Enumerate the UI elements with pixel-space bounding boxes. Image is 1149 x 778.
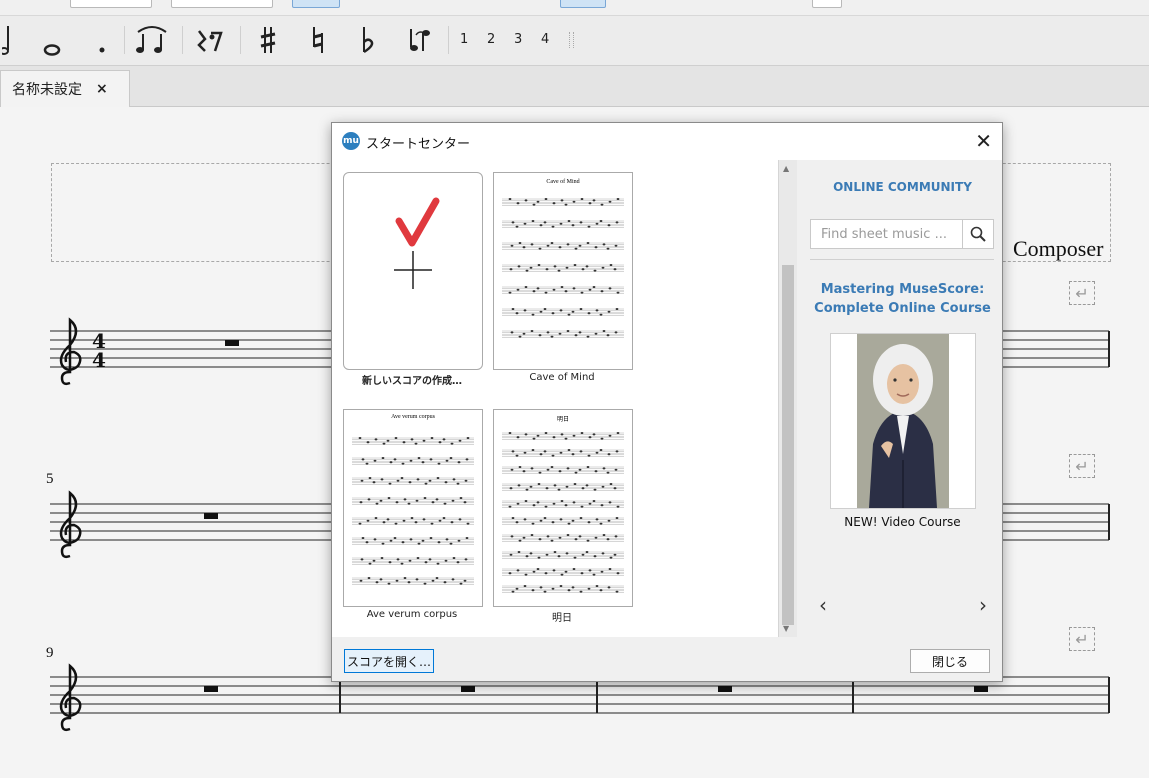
scroll-up-icon[interactable]: ▲: [783, 164, 789, 173]
search-input[interactable]: [819, 225, 963, 243]
score-thumbnail: [502, 432, 624, 593]
course-title-line-1: Mastering MuseScore:: [820, 282, 985, 297]
new-score-card[interactable]: [343, 172, 483, 370]
dialog-title-bar[interactable]: mu スタートセンター ✕: [332, 123, 1002, 160]
dialog-title: スタートセンター: [366, 137, 471, 152]
search-icon: [970, 226, 986, 242]
measure-number: 5: [46, 471, 54, 487]
close-dialog-button[interactable]: 閉じる: [910, 649, 990, 673]
recent-score-caption[interactable]: Cave of Mind: [487, 372, 637, 383]
online-community-panel: ONLINE COMMUNITY Mastering MuseScore: Co…: [803, 160, 1002, 637]
search-button[interactable]: [962, 220, 993, 248]
close-icon[interactable]: ✕: [975, 129, 992, 153]
recent-score-card[interactable]: 明日: [493, 409, 633, 607]
scores-scrollbar[interactable]: ▲ ▼: [778, 160, 797, 637]
course-title-link[interactable]: Mastering MuseScore: Complete Online Cou…: [803, 280, 1002, 318]
scrollbar-thumb[interactable]: [782, 265, 794, 625]
composer-portrait-image: [857, 334, 949, 508]
time-signature-bottom: 4: [92, 348, 106, 372]
recent-score-card[interactable]: Cave of Mind: [493, 172, 633, 370]
new-score-icon: [394, 197, 440, 289]
line-break-icon[interactable]: ↵: [1069, 281, 1095, 305]
start-center-dialog: mu スタートセンター ✕ 新しいスコアの作成… Cave of Mind Ca…: [331, 122, 1003, 682]
musescore-logo-icon: mu: [342, 132, 360, 150]
course-title-line-2: Complete Online Course: [814, 301, 991, 316]
sheet-music-search: [810, 219, 994, 249]
chevron-right-icon[interactable]: ›: [979, 593, 987, 617]
open-score-button[interactable]: スコアを開く…: [344, 649, 434, 673]
community-title: ONLINE COMMUNITY: [833, 180, 972, 194]
recent-score-caption[interactable]: Ave verum corpus: [337, 609, 487, 620]
score-thumbnail: [352, 437, 474, 585]
recent-score-card[interactable]: Ave verum corpus: [343, 409, 483, 607]
divider: [810, 259, 994, 260]
chevron-left-icon[interactable]: ‹: [819, 593, 827, 617]
course-image[interactable]: [830, 333, 976, 509]
score-thumbnail: [502, 198, 624, 338]
scroll-down-icon[interactable]: ▼: [783, 624, 789, 633]
new-score-caption[interactable]: 新しいスコアの作成…: [337, 372, 487, 387]
recent-score-caption[interactable]: 明日: [487, 609, 637, 624]
course-caption: NEW! Video Course: [844, 515, 961, 529]
measure-number: 9: [46, 645, 54, 661]
line-break-icon[interactable]: ↵: [1069, 454, 1095, 478]
recent-scores-list: 新しいスコアの作成… Cave of Mind Cave of Mind Ave…: [332, 160, 778, 637]
staff-3: [50, 676, 1110, 714]
line-break-icon[interactable]: ↵: [1069, 627, 1095, 651]
treble-clef-icons: [59, 317, 82, 732]
score-thumb-title: 明日: [556, 416, 569, 423]
